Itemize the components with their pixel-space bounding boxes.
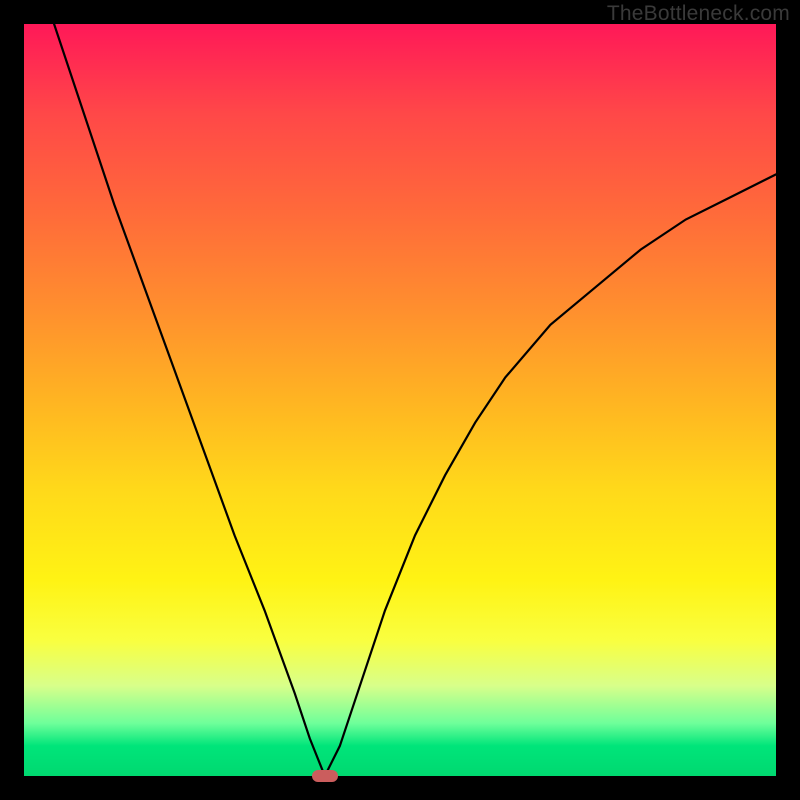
plot-area xyxy=(24,24,776,776)
chart-frame: TheBottleneck.com xyxy=(0,0,800,800)
watermark-text: TheBottleneck.com xyxy=(607,2,790,26)
bottleneck-curve xyxy=(24,24,776,776)
optimum-marker xyxy=(312,770,338,782)
